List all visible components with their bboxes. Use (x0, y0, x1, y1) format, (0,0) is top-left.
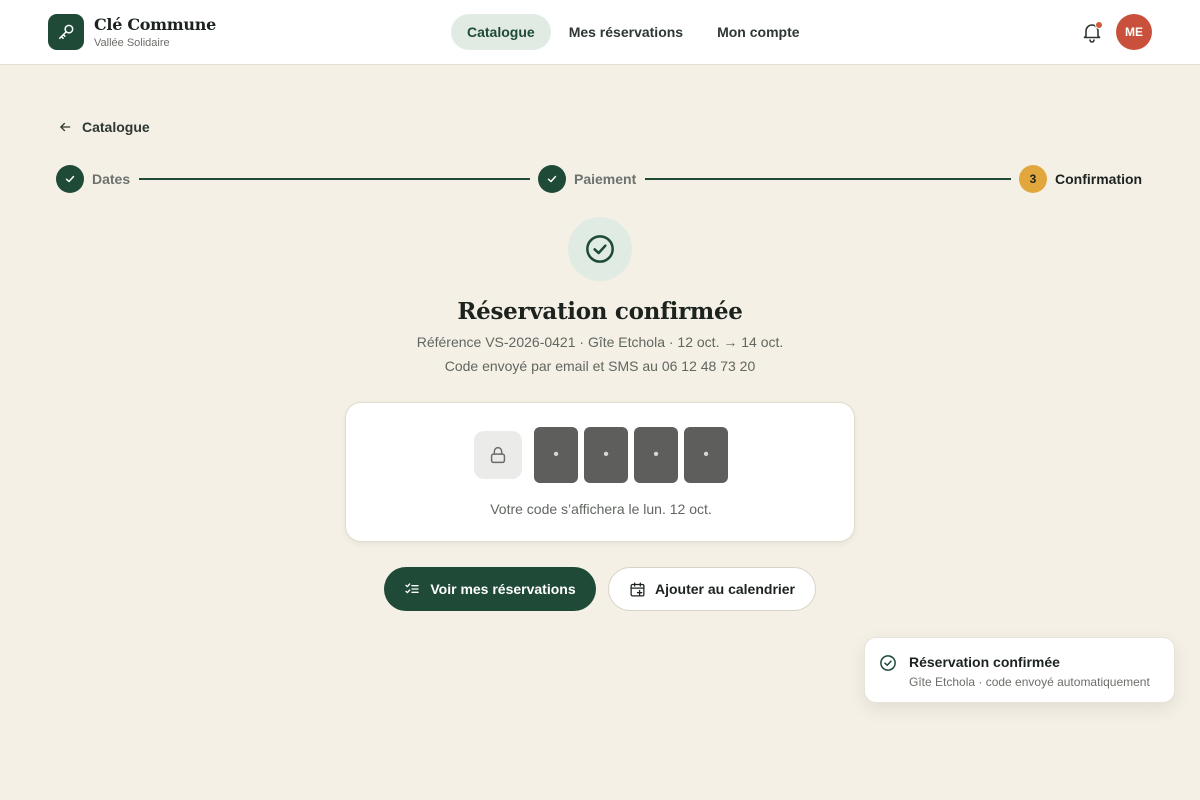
code-digit: • (584, 427, 628, 483)
code-digit: • (634, 427, 678, 483)
success-badge (568, 217, 632, 281)
step-dates-indicator (56, 165, 84, 193)
lock-badge (474, 431, 522, 479)
check-icon (547, 175, 557, 183)
code-digit: • (684, 427, 728, 483)
avatar[interactable]: ME (1116, 14, 1152, 50)
step-connector (139, 178, 530, 180)
brand-name: Clé Commune (94, 15, 216, 34)
step-confirmation-label: Confirmation (1055, 171, 1143, 187)
key-icon (59, 24, 74, 39)
page-title: Réservation confirmée (457, 298, 743, 325)
check-icon (65, 175, 75, 183)
top-bar: Clé Commune Vallée Solidaire Catalogue M… (0, 0, 1200, 65)
main-nav: Catalogue Mes réservations Mon compte (451, 14, 816, 50)
view-reservations-button[interactable]: Voir mes réservations (384, 567, 596, 611)
toast-subtitle: Gîte Etchola · code envoyé automatiqueme… (909, 675, 1150, 689)
booking-details: Référence VS-2026-0421 · Gîte Etchola · … (416, 334, 784, 350)
toast-title: Réservation confirmée (909, 654, 1060, 670)
check-circle-icon (586, 235, 614, 263)
access-code-card: • • • • Votre code s’affichera le lun. 1… (345, 402, 855, 542)
code-digit: • (534, 427, 578, 483)
code-delivery-info: Code envoyé par email et SMS au 06 12 48… (444, 358, 756, 374)
nav-mon-compte[interactable]: Mon compte (701, 14, 815, 50)
step-confirmation-indicator: 3 (1019, 165, 1047, 193)
nav-catalogue[interactable]: Catalogue (451, 14, 551, 50)
arrow-left-icon (60, 122, 71, 132)
step-dates-label: Dates (92, 171, 131, 187)
calendar-plus-icon (630, 581, 645, 597)
step-connector (645, 178, 1011, 180)
add-to-calendar-label: Ajouter au calendrier (654, 581, 796, 597)
step-paiement-indicator (538, 165, 566, 193)
add-to-calendar-button[interactable]: Ajouter au calendrier (608, 567, 816, 611)
step-paiement-label: Paiement (574, 171, 637, 187)
logo[interactable] (48, 14, 84, 50)
notification-dot (1095, 21, 1103, 29)
check-circle-icon (880, 655, 896, 671)
back-link[interactable]: Catalogue (58, 117, 150, 137)
toast-notification[interactable]: Réservation confirmée Gîte Etchola · cod… (864, 637, 1175, 703)
code-availability-note: Votre code s’affichera le lun. 12 oct. (490, 501, 712, 517)
nav-mes-reservations[interactable]: Mes réservations (553, 14, 699, 50)
list-check-icon (405, 583, 420, 594)
view-reservations-label: Voir mes réservations (430, 581, 576, 597)
lock-icon (490, 446, 506, 464)
brand-subtitle: Vallée Solidaire (94, 37, 170, 49)
stepper: Dates Paiement 3 Confirmation (56, 165, 1144, 193)
back-link-label: Catalogue (82, 119, 150, 135)
